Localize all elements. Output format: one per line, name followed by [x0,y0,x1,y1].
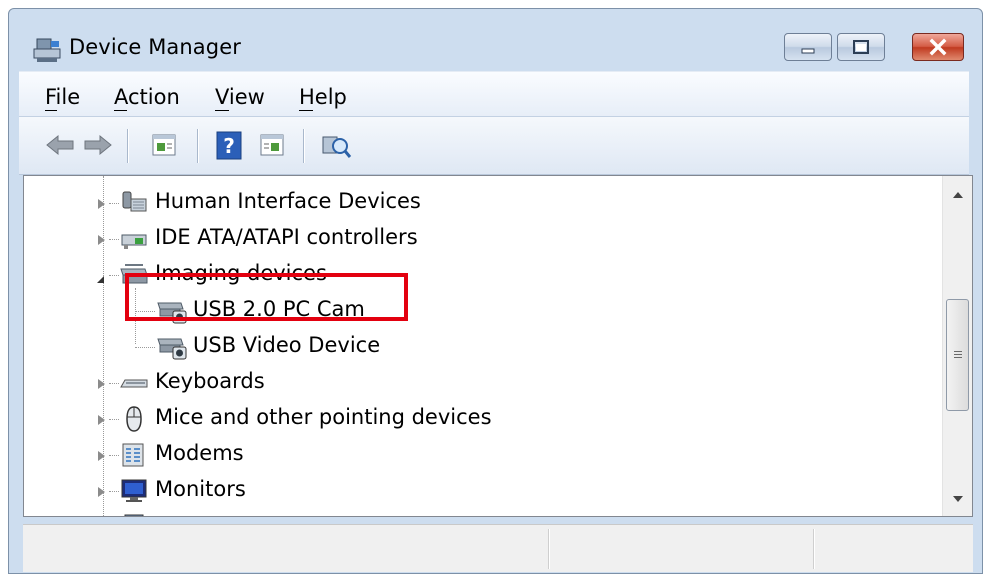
grip-line [954,357,962,358]
toolbar-separator [197,129,199,163]
device-manager-icon [33,38,61,62]
expand-arrow-icon[interactable] [98,415,105,425]
scroll-down-icon[interactable] [953,496,963,502]
keyboard-icon [120,379,148,388]
tree-item-usb-video-device[interactable]: USB Video Device [24,330,944,364]
expand-arrow-icon[interactable] [98,487,105,497]
expand-arrow-icon[interactable] [98,199,105,209]
status-bar [23,524,973,572]
ide-controller-icon [121,234,147,249]
tree-connector-line [109,383,119,384]
tree-item-label: Human Interface Devices [155,189,421,213]
tree-connector-line [109,419,119,420]
tree-connector-line [109,203,119,204]
tree-connector-line [109,275,119,276]
status-divider [813,529,815,569]
menu-file[interactable]: File [45,85,80,109]
tree-connector-line [109,239,119,240]
mouse-icon [126,406,142,432]
window-title: Device Manager [69,35,241,59]
minimize-icon [801,48,815,54]
menu-action-accel-underline [114,110,127,111]
tree-item-keyboards[interactable]: Keyboards [24,366,944,400]
expand-arrow-icon[interactable] [98,451,105,461]
tree-connector-line [109,455,119,456]
status-divider [548,529,550,569]
hid-icon [122,191,147,212]
tree-item-label: Mice and other pointing devices [155,405,492,429]
vertical-scrollbar[interactable] [942,176,972,516]
collapse-arrow-icon[interactable] [97,269,104,283]
help-icon[interactable]: ? [212,129,246,161]
title-bar[interactable]: Device Manager [9,9,982,75]
menu-help-accel-underline [299,110,313,111]
grip-line [954,351,962,352]
toolbar-separator [127,129,129,163]
show-hide-console-tree-icon[interactable] [255,129,289,161]
device-tree[interactable]: Human Interface Devices IDE ATA/ATAPI co… [23,175,973,517]
svg-text:?: ? [223,134,235,158]
menu-view-accel-underline [215,110,229,111]
grip-line [954,354,962,355]
tree-item-label: Monitors [155,477,246,501]
back-arrow-icon[interactable] [43,129,77,161]
menu-bar: File Action View Help [19,71,969,117]
tree-item-partial [24,510,944,516]
tree-item-mice[interactable]: Mice and other pointing devices [24,402,944,436]
tree-connector-line [109,491,119,492]
tree-item-modems[interactable]: Modems [24,438,944,472]
expand-arrow-icon[interactable] [98,235,105,245]
close-icon [929,38,947,56]
properties-icon[interactable] [147,129,181,161]
scan-hardware-changes-icon[interactable] [319,129,353,161]
menu-view[interactable]: View [215,85,265,109]
monitor-icon [121,479,147,502]
minimize-button[interactable] [784,33,832,61]
toolbar-separator [303,129,305,163]
close-button[interactable] [912,33,964,61]
tree-item-monitors[interactable]: Monitors [24,474,944,508]
camera-icon [157,338,187,360]
forward-arrow-icon[interactable] [81,129,115,161]
menu-help[interactable]: Help [299,85,347,109]
tree-item-label: Keyboards [155,369,265,393]
tree-item-label: IDE ATA/ATAPI controllers [155,225,418,249]
scroll-up-icon[interactable] [953,192,963,198]
tree-item-ide-controllers[interactable]: IDE ATA/ATAPI controllers [24,222,944,256]
tree-item-label: USB Video Device [193,333,381,357]
menu-action[interactable]: Action [114,85,180,109]
tree-item-label: Modems [155,441,244,465]
tree-connector-line [135,347,155,348]
network-adapter-icon [124,514,144,516]
menu-file-accel-underline [45,110,57,111]
highlight-annotation-box [125,273,408,321]
maximize-button[interactable] [837,33,885,61]
maximize-icon [853,40,869,54]
toolbar: ? [19,117,969,175]
tree-item-human-interface-devices[interactable]: Human Interface Devices [24,186,944,220]
modem-icon [122,443,144,467]
expand-arrow-icon[interactable] [98,379,105,389]
scroll-thumb[interactable] [946,299,969,411]
